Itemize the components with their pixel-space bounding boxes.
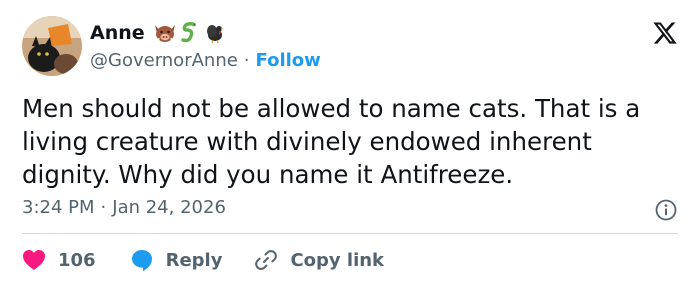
- tweet-time: 3:24 PM: [22, 197, 95, 218]
- tweet-card: Anne @GovernorAnne · Follow Men should n…: [0, 0, 700, 287]
- timestamp-separator: ·: [100, 197, 107, 218]
- heart-icon: [23, 250, 45, 270]
- tweet-timestamp[interactable]: 3:24 PM · Jan 24, 2026: [22, 197, 226, 218]
- boar-face-icon: [154, 25, 175, 43]
- link-icon: [255, 250, 278, 270]
- reply-bubble-icon: [131, 250, 152, 271]
- tweet-text: Men should not be allowed to name cats. …: [22, 94, 641, 189]
- copy-link-button[interactable]: Copy link: [254, 248, 384, 272]
- action-bar: 106 Reply Copy link: [22, 246, 384, 274]
- author-name[interactable]: Anne: [90, 22, 145, 44]
- divider: [22, 233, 678, 234]
- handle-separator: ·: [243, 50, 250, 71]
- tweet-date: Jan 24, 2026: [112, 197, 226, 218]
- info-icon[interactable]: [654, 198, 678, 222]
- turkey-icon: [206, 25, 224, 44]
- reply-label: Reply: [165, 249, 223, 271]
- like-button[interactable]: 106: [22, 249, 96, 271]
- tweet-header: Anne @GovernorAnne · Follow: [22, 16, 321, 76]
- like-count: 106: [58, 249, 96, 271]
- author-identity: Anne @GovernorAnne · Follow: [90, 16, 321, 71]
- author-handle[interactable]: @GovernorAnne: [90, 50, 238, 71]
- copy-link-label: Copy link: [290, 249, 385, 271]
- x-logo-icon[interactable]: [652, 20, 678, 46]
- snake-icon: [180, 22, 196, 43]
- follow-button[interactable]: Follow: [256, 50, 321, 71]
- name-row: Anne: [90, 20, 321, 46]
- avatar-image: [22, 16, 82, 76]
- handle-row: @GovernorAnne · Follow: [90, 50, 321, 71]
- avatar[interactable]: [22, 16, 82, 76]
- reply-button[interactable]: Reply: [130, 248, 223, 272]
- name-emojis: [153, 22, 225, 44]
